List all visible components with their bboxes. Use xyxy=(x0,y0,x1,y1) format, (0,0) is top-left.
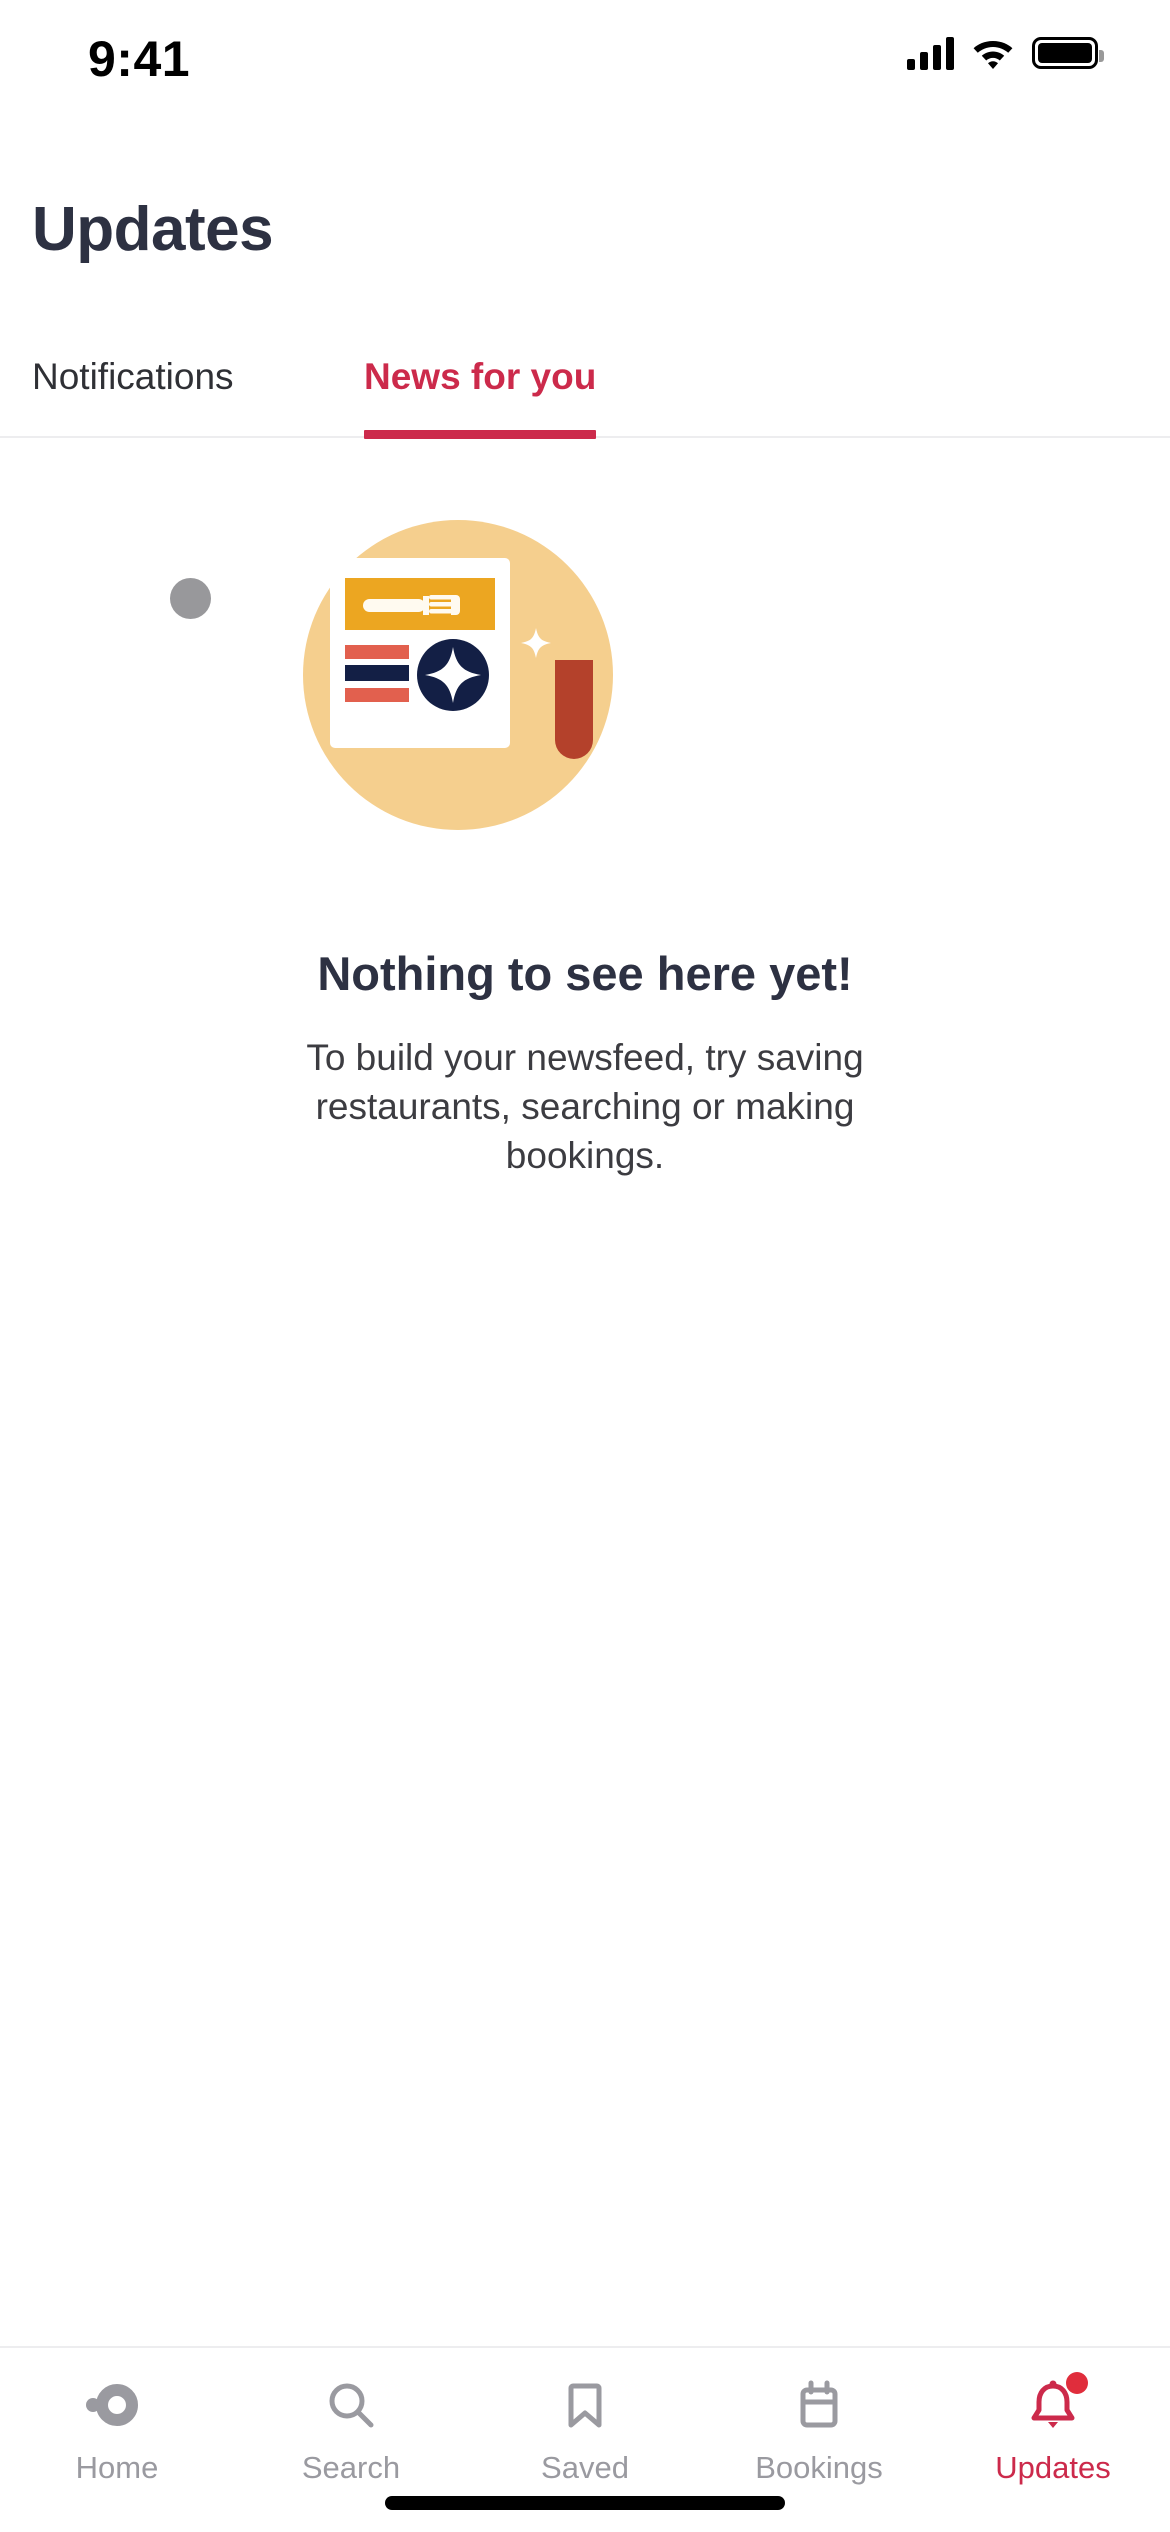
search-icon xyxy=(320,2374,382,2436)
nav-item-home[interactable]: Home xyxy=(0,2374,234,2486)
nav-item-saved[interactable]: Saved xyxy=(468,2374,702,2486)
nav-label-search: Search xyxy=(301,2450,401,2485)
tab-notifications[interactable]: Notifications xyxy=(32,342,234,438)
notification-badge xyxy=(1066,2372,1088,2394)
nav-label-saved: Saved xyxy=(541,2450,629,2485)
wifi-icon xyxy=(973,41,1013,69)
empty-state-title: Nothing to see here yet! xyxy=(317,947,853,1000)
nav-label-home: Home xyxy=(75,2450,159,2485)
tab-active-underline xyxy=(364,430,596,439)
tab-news-for-you[interactable]: News for you xyxy=(364,342,596,438)
empty-state: Nothing to see here yet! To build your n… xyxy=(0,440,1170,1181)
tab-bar: Notifications News for you xyxy=(0,342,1170,439)
nav-item-updates[interactable]: Updates xyxy=(936,2372,1170,2486)
calendar-icon xyxy=(788,2374,850,2436)
newspaper-illustration-graphic xyxy=(303,520,613,830)
decorative-gray-dot xyxy=(170,578,211,619)
status-bar-indicators xyxy=(907,36,1104,70)
nav-label-bookings: Bookings xyxy=(755,2450,883,2485)
bell-icon xyxy=(1022,2372,1088,2436)
status-bar-time: 9:41 xyxy=(88,31,191,87)
nav-item-bookings[interactable]: Bookings xyxy=(702,2374,936,2486)
home-icon xyxy=(86,2374,148,2436)
nav-label-updates: Updates xyxy=(995,2450,1111,2485)
page-title: Updates xyxy=(32,195,274,264)
home-indicator xyxy=(385,2496,785,2510)
nav-item-search[interactable]: Search xyxy=(234,2374,468,2486)
status-bar: 9:41 xyxy=(0,0,1170,130)
newsfeed-empty-illustration xyxy=(0,500,1170,900)
cellular-bars-icon xyxy=(907,36,954,70)
app-screen: 9:41 Updates Notifications News for you xyxy=(0,0,1170,2532)
battery-full-icon xyxy=(1032,37,1104,69)
bookmark-icon xyxy=(554,2374,616,2436)
empty-state-body: To build your newsfeed, try saving resta… xyxy=(306,1037,864,1177)
